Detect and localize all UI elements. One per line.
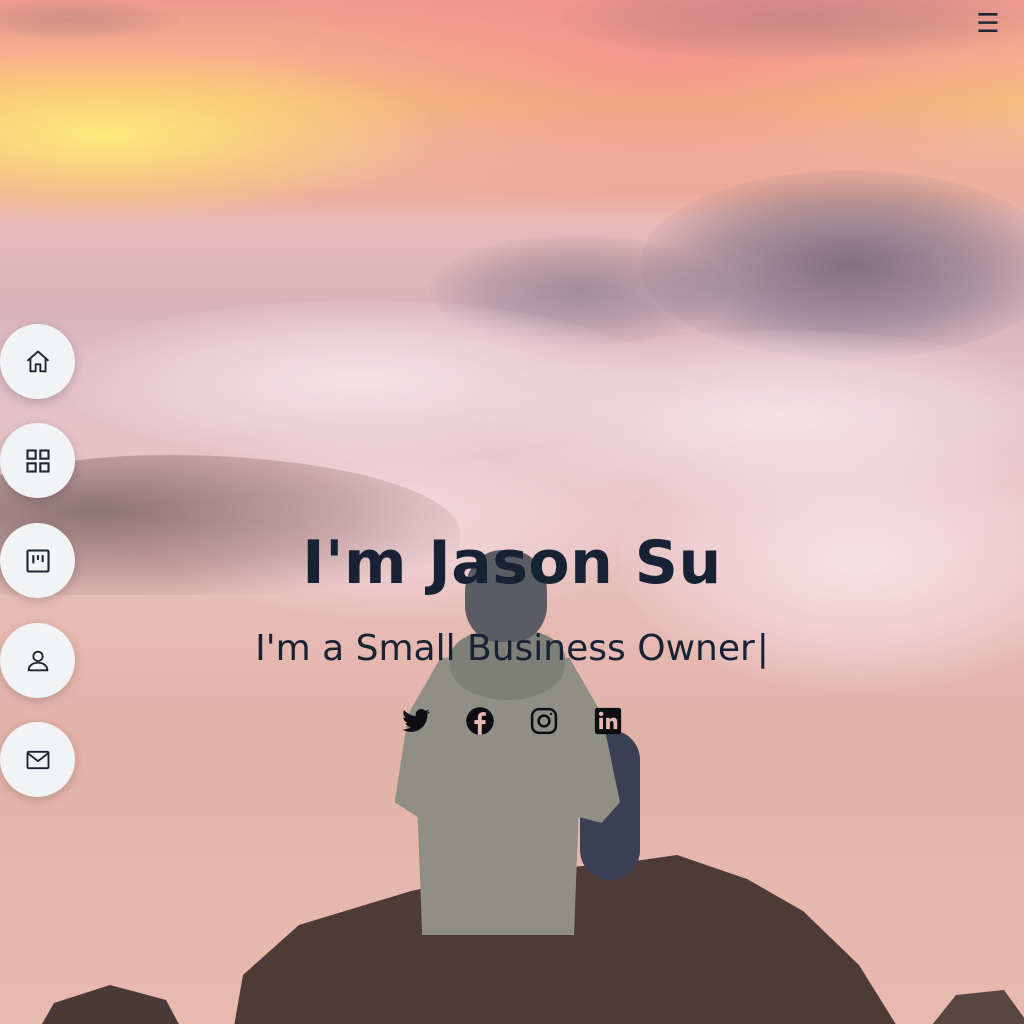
dark-cloud <box>0 0 180 40</box>
home-icon <box>26 350 49 372</box>
facebook-icon <box>466 707 494 735</box>
twitter-icon <box>402 709 430 732</box>
sun-glow <box>0 50 440 220</box>
rock <box>920 990 1024 1024</box>
subtitle-text: I'm a Small Business Owner <box>255 628 755 669</box>
nav-home-button[interactable] <box>0 324 75 399</box>
grid-icon <box>25 448 50 473</box>
twitter-link[interactable] <box>401 706 431 736</box>
social-links <box>0 706 1024 736</box>
linkedin-icon <box>594 707 622 735</box>
mail-icon <box>26 750 49 769</box>
instagram-icon <box>530 707 558 735</box>
nav-portfolio-button[interactable] <box>0 423 75 498</box>
linkedin-link[interactable] <box>593 706 623 736</box>
page-title: I'm Jason Su <box>302 528 722 598</box>
menu-toggle-button[interactable]: ☰ <box>976 11 1000 37</box>
typing-caret: | <box>756 628 769 669</box>
typed-subtitle: I'm a Small Business Owner| <box>0 628 1024 669</box>
rock <box>30 985 190 1024</box>
instagram-link[interactable] <box>529 706 559 736</box>
seated-person <box>385 545 650 940</box>
hero-background <box>0 0 1024 1024</box>
facebook-link[interactable] <box>465 706 495 736</box>
